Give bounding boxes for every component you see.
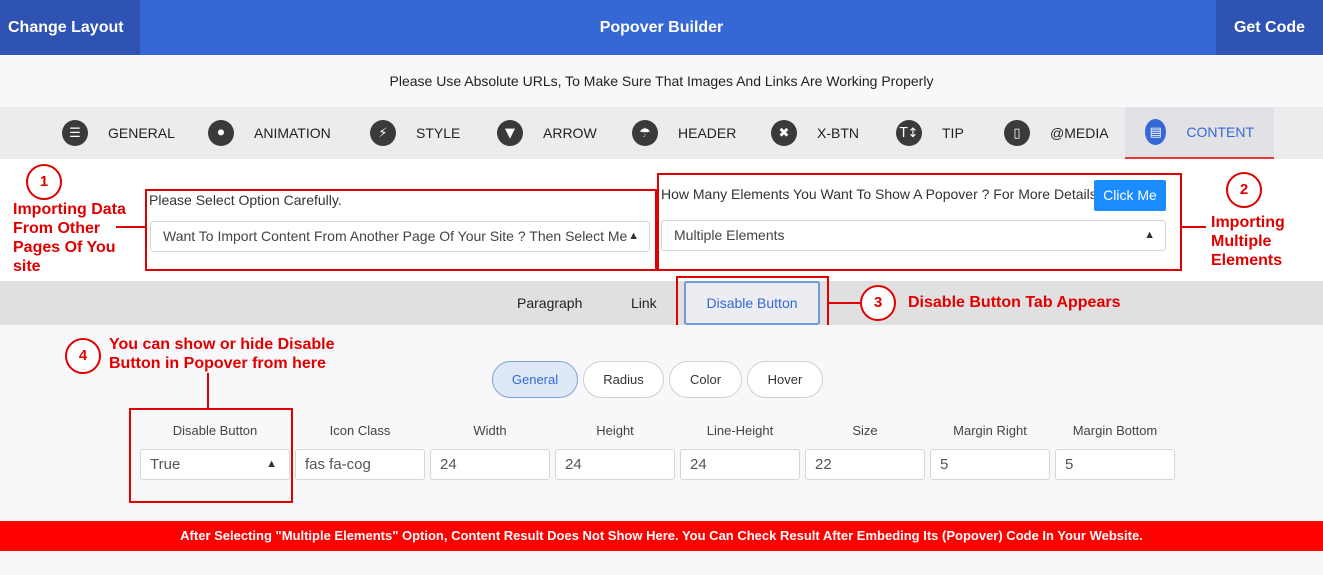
select-arrows-icon: ▲ — [1144, 229, 1155, 241]
annotation-connector-2 — [1182, 226, 1206, 228]
multiple-elements-warning: After Selecting "Multiple Elements" Opti… — [0, 521, 1323, 551]
tab-arrow[interactable]: ▼ ARROW — [497, 107, 597, 159]
page-bottom — [0, 551, 1323, 575]
tab-animation[interactable]: ⚫ ANIMATION — [208, 107, 331, 159]
line-height-input[interactable]: 24 — [680, 449, 800, 480]
tab-label: STYLE — [416, 125, 461, 141]
import-select-value: Want To Import Content From Another Page… — [163, 228, 628, 244]
annotation-connector-1 — [116, 226, 145, 228]
width-label: Width — [473, 423, 507, 438]
tab-style[interactable]: ⚡ STYLE — [370, 107, 460, 159]
tab-label: ANIMATION — [254, 125, 331, 141]
disable-button-label: Disable Button — [172, 423, 258, 438]
card-icon: ▤ — [1145, 119, 1167, 145]
tab-label: TIP — [942, 125, 964, 141]
list-icon: ☰ — [62, 120, 88, 146]
get-code-button[interactable]: Get Code — [1216, 0, 1323, 55]
tab-media[interactable]: ▯ @MEDIA — [1004, 107, 1109, 159]
margin-right-label: Margin Right — [953, 423, 1027, 438]
import-content-select[interactable]: Want To Import Content From Another Page… — [150, 221, 650, 252]
subtab-link[interactable]: Link — [631, 281, 657, 325]
top-bar: Popover Builder Change Layout Get Code — [0, 0, 1323, 55]
popover-builder-page: Popover Builder Change Layout Get Code P… — [0, 0, 1323, 575]
click-me-button[interactable]: Click Me — [1094, 180, 1166, 211]
bolt-icon: ⚡ — [370, 120, 396, 146]
tab-label: @MEDIA — [1050, 125, 1109, 141]
subtab-paragraph[interactable]: Paragraph — [517, 281, 582, 325]
text-height-icon: T↕ — [896, 120, 922, 146]
annotation-text-4: You can show or hide Disable Button in P… — [109, 336, 335, 372]
size-label: Size — [852, 423, 878, 438]
disable-button-select[interactable]: True ▲ — [140, 449, 290, 480]
margin-right-input[interactable]: 5 — [930, 449, 1050, 480]
close-icon: ✖ — [771, 120, 797, 146]
select-arrows-icon: ▲ — [266, 458, 277, 470]
annotation-text-1: Importing Data From Other Pages Of You s… — [13, 201, 126, 275]
lightbulb-icon: ⚫ — [208, 120, 234, 146]
tab-content[interactable]: ▤ CONTENT — [1125, 107, 1274, 159]
disable-button-value: True — [150, 456, 181, 473]
page-title: Popover Builder — [599, 19, 724, 36]
icon-class-input[interactable]: fas fa-cog — [295, 449, 425, 480]
tab-label: X-BTN — [817, 125, 859, 141]
elements-count-select[interactable]: Multiple Elements ▲ — [661, 220, 1166, 251]
change-layout-button[interactable]: Change Layout — [0, 0, 140, 55]
annotation-text-3: Disable Button Tab Appears — [908, 294, 1121, 311]
content-subtabs: Paragraph Link — [0, 281, 1323, 325]
elements-select-value: Multiple Elements — [674, 227, 785, 243]
height-input[interactable]: 24 — [555, 449, 675, 480]
margin-bottom-label: Margin Bottom — [1072, 423, 1158, 438]
annotation-connector-4 — [207, 373, 209, 409]
annotation-number-1: 1 — [26, 164, 62, 200]
annotation-connector-3 — [829, 302, 860, 304]
annotation-number-2: 2 — [1226, 172, 1262, 208]
size-input[interactable]: 22 — [805, 449, 925, 480]
pill-radius[interactable]: Radius — [583, 361, 664, 398]
umbrella-beach-icon: ☂ — [632, 120, 658, 146]
tab-tip[interactable]: T↕ TIP — [896, 107, 964, 159]
tab-label: HEADER — [678, 125, 737, 141]
pill-color[interactable]: Color — [669, 361, 742, 398]
tab-header[interactable]: ☂ HEADER — [632, 107, 736, 159]
main-tabs: ☰ GENERAL ⚫ ANIMATION ⚡ STYLE ▼ ARROW ☂ … — [0, 107, 1323, 159]
elements-label: How Many Elements You Want To Show A Pop… — [661, 186, 1097, 202]
absolute-urls-notice: Please Use Absolute URLs, To Make Sure T… — [0, 55, 1323, 107]
height-label: Height — [596, 423, 634, 438]
import-label: Please Select Option Carefully. — [149, 192, 342, 208]
width-input[interactable]: 24 — [430, 449, 550, 480]
mobile-icon: ▯ — [1004, 120, 1030, 146]
annotation-text-2: Importing Multiple Elements — [1211, 214, 1285, 269]
annotation-number-4: 4 — [65, 338, 101, 374]
tab-general[interactable]: ☰ GENERAL — [62, 107, 175, 159]
select-arrows-icon: ▲ — [628, 230, 639, 242]
line-height-label: Line-Height — [706, 423, 774, 438]
tab-label: ARROW — [543, 125, 597, 141]
annotation-number-3: 3 — [860, 285, 896, 321]
subtab-disable-button[interactable]: Disable Button — [684, 281, 820, 325]
tab-label: CONTENT — [1186, 124, 1254, 140]
pill-general[interactable]: General — [492, 361, 578, 398]
pill-hover[interactable]: Hover — [747, 361, 823, 398]
tab-x-btn[interactable]: ✖ X-BTN — [771, 107, 859, 159]
tab-label: GENERAL — [108, 125, 175, 141]
icon-class-label: Icon Class — [329, 423, 391, 438]
margin-bottom-input[interactable]: 5 — [1055, 449, 1175, 480]
chevron-down-icon: ▼ — [497, 120, 523, 146]
